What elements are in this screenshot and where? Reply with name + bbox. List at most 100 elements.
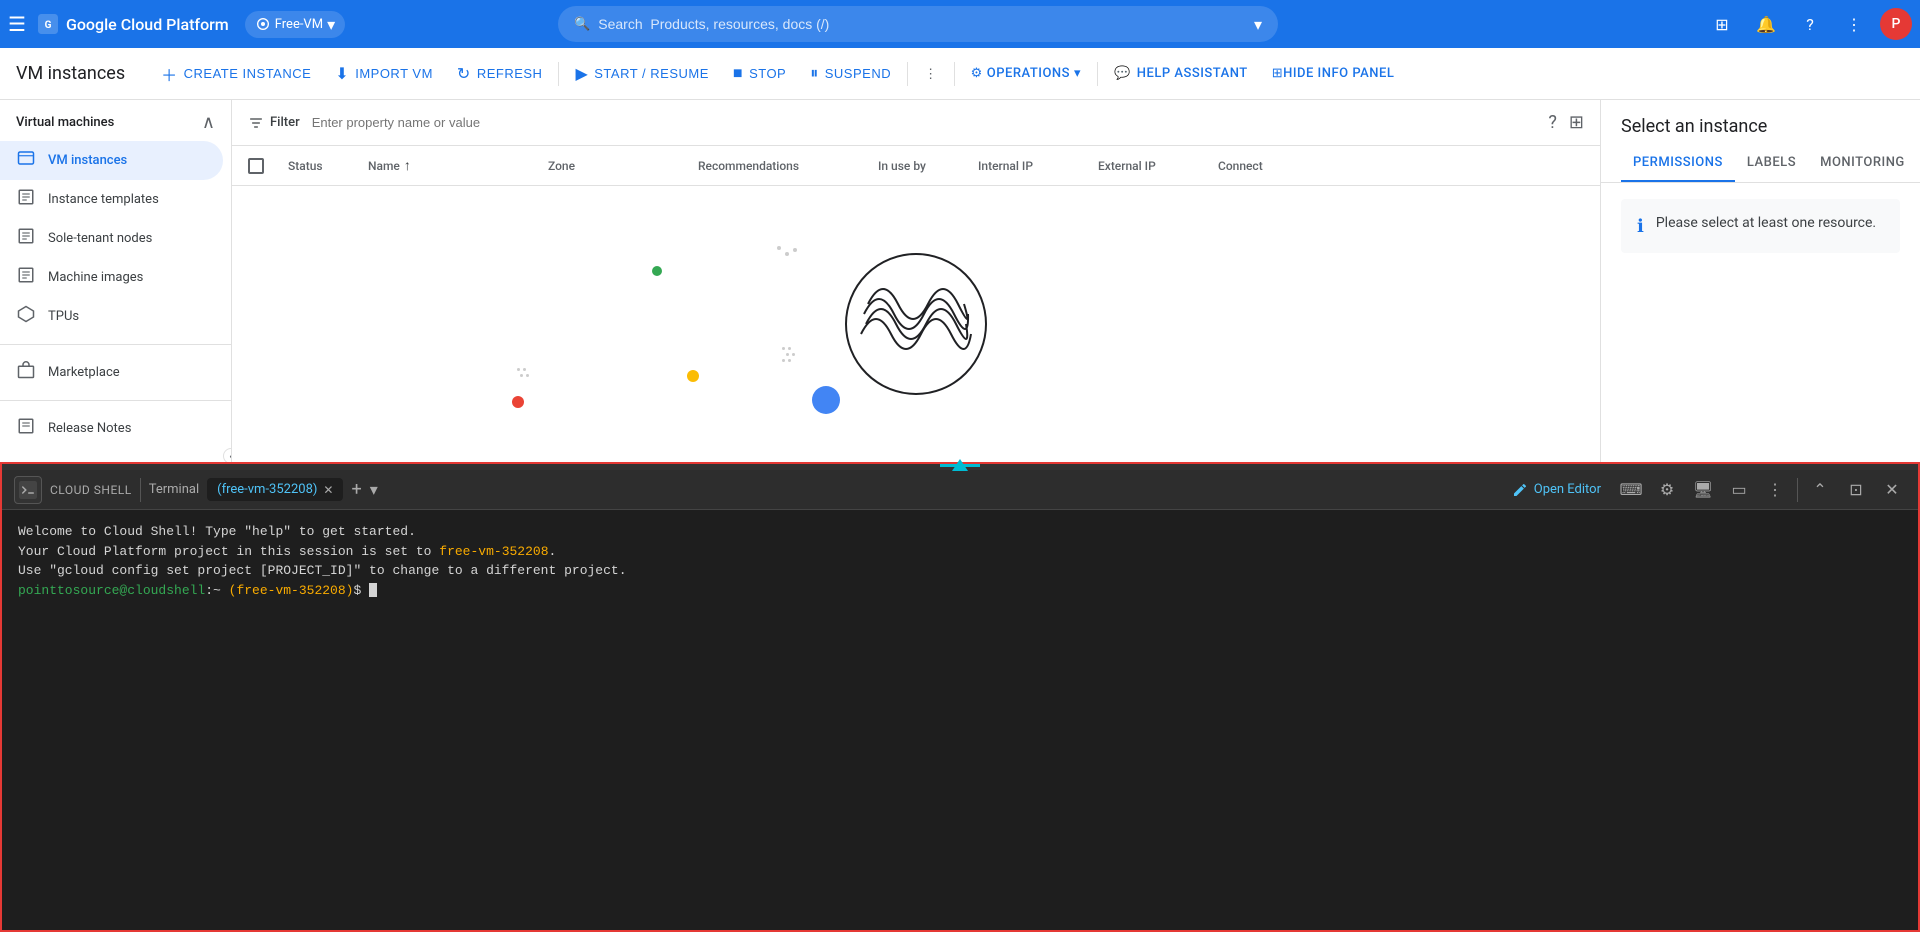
terminal-icon — [19, 481, 37, 499]
section-collapse-icon: ∧ — [202, 112, 215, 133]
shell-terminal[interactable]: Welcome to Cloud Shell! Type "help" to g… — [2, 510, 1918, 930]
shell-resize-handle[interactable] — [2, 464, 1918, 470]
tab-monitoring[interactable]: MONITORING — [1808, 145, 1917, 182]
shell-expand-icon[interactable]: ⊡ — [1842, 476, 1870, 504]
more-actions-button[interactable]: ⋮ — [912, 56, 950, 92]
shell-tab-close-icon[interactable]: ✕ — [323, 483, 333, 497]
filter-input[interactable] — [312, 115, 1537, 130]
decoration-dot-red — [512, 396, 524, 408]
toolbar-divider-2 — [907, 62, 908, 86]
terminal-label: Terminal — [149, 482, 199, 497]
suspend-icon: ⏸ — [810, 65, 819, 83]
toolbar-divider-4 — [1097, 62, 1098, 86]
sidebar-item-release-notes[interactable]: Release Notes — [0, 409, 223, 448]
project-id-highlight: free-vm-352208 — [439, 544, 548, 559]
column-display-icon[interactable]: ⊞ — [1569, 112, 1584, 133]
zone-column-header[interactable]: Zone — [548, 159, 698, 173]
suspend-button[interactable]: ⏸ SUSPEND — [798, 56, 903, 92]
shell-tab-dropdown-icon[interactable]: ▾ — [370, 480, 378, 499]
empty-state — [232, 186, 1600, 462]
shell-split-icon[interactable]: ▭ — [1725, 476, 1753, 504]
sole-tenant-icon — [16, 227, 36, 250]
recommendations-column-header[interactable]: Recommendations — [698, 159, 878, 173]
shell-session-name: (free-vm-352208) — [217, 482, 317, 497]
hamburger-menu-icon[interactable]: ☰ — [8, 12, 26, 36]
sidebar-item-instance-templates-label: Instance templates — [48, 192, 159, 207]
content-area: Filter ? ⊞ Status Name ↑ Zone Recommenda… — [232, 100, 1600, 462]
stop-button[interactable]: ■ STOP — [721, 56, 798, 92]
marketplace-icon — [16, 361, 36, 384]
filter-help-icon[interactable]: ? — [1548, 112, 1557, 133]
project-selector[interactable]: Free-VM ▾ — [245, 11, 345, 38]
name-column-header[interactable]: Name ↑ — [368, 157, 548, 174]
shell-toolbar-divider — [140, 478, 141, 502]
in-use-by-column-header[interactable]: In use by — [878, 159, 978, 173]
search-bar[interactable]: 🔍 ▾ — [558, 6, 1278, 42]
avatar[interactable]: P — [1880, 8, 1912, 40]
shell-minimize-icon[interactable]: ⌃ — [1806, 476, 1834, 504]
sidebar-item-machine-images[interactable]: Machine images — [0, 258, 223, 297]
shell-session-tab[interactable]: (free-vm-352208) ✕ — [207, 478, 343, 501]
prompt-project: (free-vm-352208) — [229, 583, 354, 598]
shell-add-tab-icon[interactable]: + — [351, 479, 361, 500]
instance-templates-icon — [16, 188, 36, 211]
open-editor-button[interactable]: Open Editor — [1504, 478, 1609, 502]
release-notes-icon — [16, 417, 36, 440]
info-panel-body: ℹ Please select at least one resource. — [1601, 183, 1920, 269]
scatter-dots-top — [777, 246, 797, 256]
sidebar-item-tpus[interactable]: TPUs — [0, 297, 223, 336]
tab-labels[interactable]: LABELS — [1735, 145, 1808, 182]
toolbar-divider-3 — [954, 62, 955, 86]
sidebar-item-sole-tenant-label: Sole-tenant nodes — [48, 231, 152, 246]
more-options-icon[interactable]: ⋮ — [1836, 6, 1872, 42]
operations-button[interactable]: ⚙ OPERATIONS ▾ — [959, 56, 1093, 92]
status-column-header[interactable]: Status — [288, 159, 368, 173]
start-resume-button[interactable]: ▶ START / RESUME — [563, 56, 720, 92]
operations-chevron-icon: ▾ — [1074, 66, 1081, 81]
sidebar-item-vm-instances[interactable]: VM instances — [0, 141, 223, 180]
shell-right-tools: Open Editor ⌨ ⚙ 🖥 ▭ ⋮ ⌃ ⊡ ✕ — [1504, 476, 1906, 504]
search-icon: 🔍 — [574, 17, 590, 32]
help-assistant-button[interactable]: 💬 HELP ASSISTANT — [1102, 56, 1260, 92]
sidebar-item-marketplace[interactable]: Marketplace — [0, 353, 223, 392]
info-panel-title: Select an instance — [1601, 100, 1920, 137]
sidebar-section-label: Virtual machines — [16, 115, 114, 130]
refresh-button[interactable]: ↻ REFRESH — [445, 56, 555, 92]
shell-settings-icon[interactable]: ⚙ — [1653, 476, 1681, 504]
sidebar: Virtual machines ∧ VM instances Instance… — [0, 100, 232, 462]
connect-column-header: Connect — [1218, 159, 1338, 173]
decoration-dot-yellow — [687, 370, 699, 382]
select-all-checkbox[interactable] — [248, 158, 288, 174]
refresh-icon: ↻ — [457, 64, 471, 84]
project-chevron-icon: ▾ — [327, 15, 335, 34]
help-icon[interactable]: ? — [1792, 6, 1828, 42]
sidebar-section-virtual-machines[interactable]: Virtual machines ∧ — [0, 100, 231, 141]
info-notice: ℹ Please select at least one resource. — [1621, 199, 1900, 253]
support-icon[interactable]: ⊞ — [1704, 6, 1740, 42]
external-ip-column-header[interactable]: External IP — [1098, 159, 1218, 173]
sidebar-item-sole-tenant[interactable]: Sole-tenant nodes — [0, 219, 223, 258]
shell-keyboard-icon[interactable]: ⌨ — [1617, 476, 1645, 504]
shell-more-icon[interactable]: ⋮ — [1761, 476, 1789, 504]
shell-screen-icon[interactable]: 🖥 — [1689, 476, 1717, 504]
operations-icon: ⚙ — [971, 66, 983, 81]
search-expand-icon: ▾ — [1254, 15, 1262, 34]
import-vm-button[interactable]: ⬇ IMPORT VM — [323, 56, 445, 92]
prompt-username: pointtosource@cloudshell — [18, 583, 205, 598]
tab-permissions[interactable]: PERMISSIONS — [1621, 145, 1735, 182]
top-navigation: ☰ G Google Cloud Platform Free-VM ▾ 🔍 ▾ … — [0, 0, 1920, 48]
create-instance-button[interactable]: ＋ CREATE INSTANCE — [149, 56, 323, 92]
sidebar-divider — [0, 344, 231, 345]
sidebar-item-instance-templates[interactable]: Instance templates — [0, 180, 223, 219]
internal-ip-column-header[interactable]: Internal IP — [978, 159, 1098, 173]
search-input[interactable] — [598, 16, 1246, 32]
main-layout: Virtual machines ∧ VM instances Instance… — [0, 100, 1920, 462]
edit-icon — [1512, 482, 1528, 498]
sidebar-item-machine-images-label: Machine images — [48, 270, 143, 285]
hide-info-panel-button[interactable]: ⊞ HIDE INFO PANEL — [1260, 56, 1407, 92]
terminal-line-3: Use "gcloud config set project [PROJECT_… — [18, 561, 1902, 581]
notifications-icon[interactable]: 🔔 — [1748, 6, 1784, 42]
shell-close-icon[interactable]: ✕ — [1878, 476, 1906, 504]
nav-right-controls: ⊞ 🔔 ? ⋮ P — [1704, 6, 1912, 42]
filter-label: Filter — [248, 115, 300, 131]
